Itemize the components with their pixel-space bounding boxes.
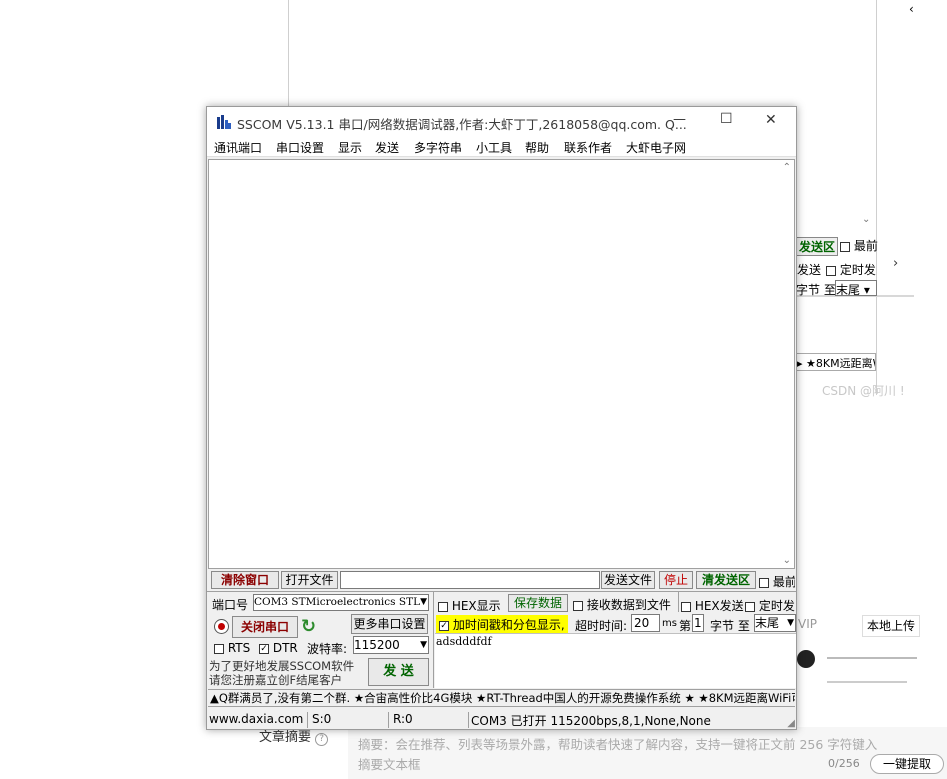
menu-help[interactable]: 帮助: [525, 139, 549, 156]
resize-grip-icon[interactable]: ◢: [787, 718, 795, 729]
minimize-button[interactable]: —: [673, 112, 686, 127]
menu-display[interactable]: 显示: [338, 139, 362, 156]
hex-display-checkbox[interactable]: HEX显示: [438, 597, 501, 614]
local-upload-button[interactable]: 本地上传: [862, 615, 920, 637]
port-status-icon: [214, 619, 229, 634]
timed-send-checkbox[interactable]: 定时发: [745, 597, 796, 614]
clear-window-button[interactable]: 清除窗口: [211, 571, 279, 589]
bg-scroll-down-icon: ⌄: [862, 214, 871, 225]
menu-serial-settings[interactable]: 串口设置: [276, 139, 324, 156]
vip-label: VIP: [798, 617, 817, 631]
status-bar: www.daxia.com S:0 R:0 COM3 已打开 115200bps…: [207, 710, 796, 729]
send-textarea[interactable]: adsdddfdf: [435, 633, 796, 688]
app-logo-icon: [216, 114, 232, 130]
bg-expand-icon[interactable]: ›: [893, 256, 898, 271]
timeout-label: 超时时间:: [575, 619, 628, 633]
status-sent: S:0: [310, 712, 389, 728]
scroll-down-icon[interactable]: ⌄: [783, 555, 791, 566]
maximize-button[interactable]: ☐: [720, 111, 733, 127]
bg-editor-left-border: [288, 0, 289, 110]
stop-button[interactable]: 停止: [659, 571, 693, 589]
title-bar[interactable]: SSCOM V5.13.1 串口/网络数据调试器,作者:大虾丁丁,2618058…: [207, 107, 796, 135]
chevron-down-icon: ▼: [420, 640, 427, 650]
ms-label: ms: [662, 618, 677, 629]
hex-send-checkbox[interactable]: HEX发送: [681, 597, 744, 614]
news-ticker[interactable]: ▲Q群满员了,没有第二个群. ★合宙高性价比4G模块 ★RT-Thread中国人…: [208, 689, 795, 707]
open-file-button[interactable]: 打开文件: [281, 571, 338, 589]
bg-editor-right-border: [876, 0, 877, 395]
send-text: adsdddfdf: [436, 635, 492, 648]
close-port-button[interactable]: 关闭串口: [232, 616, 298, 638]
scroll-up-icon[interactable]: ⌃: [783, 162, 791, 173]
rts-checkbox[interactable]: RTS: [214, 641, 250, 655]
bg-ghost-end-select: 末尾 ▾: [835, 280, 877, 296]
send-file-button[interactable]: 发送文件: [601, 571, 655, 589]
save-data-button[interactable]: 保存数据: [508, 594, 568, 612]
receive-area[interactable]: ⌃ ⌄: [208, 159, 795, 569]
baud-label: 波特率:: [307, 642, 348, 656]
menu-comm-port[interactable]: 通讯端口: [214, 139, 262, 156]
menu-tools[interactable]: 小工具: [476, 139, 512, 156]
most-front-checkbox[interactable]: 最前: [759, 573, 795, 590]
bg-ghost-timed: 定时发: [826, 261, 876, 278]
chevron-down-icon: ▼: [787, 618, 794, 628]
menu-contact-author[interactable]: 联系作者: [564, 139, 612, 156]
byte-to-label: 字节 至: [710, 619, 750, 633]
port-select[interactable]: COM3 STMicroelectronics STL ▼: [253, 594, 429, 611]
extract-button[interactable]: 一键提取: [870, 754, 944, 774]
port-label: 端口号: [212, 598, 249, 612]
help-icon: ?: [315, 733, 329, 746]
status-received: R:0: [391, 712, 469, 728]
abstract-counter: 0/256: [828, 757, 860, 770]
bg-ghost-bytes: 字节 至: [796, 283, 836, 297]
qr-thumbnail: [797, 650, 815, 668]
window-title: SSCOM V5.13.1 串口/网络数据调试器,作者:大虾丁丁,2618058…: [237, 117, 687, 132]
timeout-input[interactable]: 20: [631, 614, 660, 632]
bg-ghost-most: 最前: [840, 237, 878, 254]
menu-daxia-site[interactable]: 大虾电子网: [626, 139, 686, 156]
nth-input[interactable]: 1: [692, 614, 704, 632]
menu-send[interactable]: 发送: [375, 139, 399, 156]
dtr-checkbox[interactable]: DTR: [259, 641, 298, 655]
bg-ghost-ticker: ▸ ★8KM远距离W: [796, 353, 876, 371]
panel-divider: [433, 592, 434, 688]
thumbnail-lines: [827, 657, 917, 659]
recv-to-file-checkbox[interactable]: 接收数据到文件: [573, 596, 671, 613]
nth-label: 第: [679, 619, 692, 633]
baud-select[interactable]: 115200 ▼: [353, 636, 429, 654]
menu-bar: 通讯端口 串口设置 显示 发送 多字符串 小工具 帮助 联系作者 大虾电子网: [207, 135, 796, 157]
status-site[interactable]: www.daxia.com: [207, 712, 308, 728]
abstract-placeholder-2: 摘要文本框: [358, 757, 421, 772]
chevron-down-icon: ▼: [420, 597, 427, 607]
status-port-state: COM3 已打开 115200bps,8,1,None,None: [471, 714, 711, 728]
send-button[interactable]: 发 送: [368, 658, 429, 686]
promo-line-2: 请您注册嘉立创F结尾客户: [209, 673, 343, 687]
abstract-placeholder: 摘要：会在推荐、列表等场景外露，帮助读者快速了解内容，支持一键将正文前 256 …: [358, 737, 878, 752]
close-button[interactable]: ✕: [765, 112, 777, 128]
menu-multi-string[interactable]: 多字符串: [414, 139, 462, 156]
bg-collapse-icon[interactable]: ‹: [909, 2, 914, 16]
clear-send-button[interactable]: 清发送区: [696, 571, 756, 589]
file-path-input[interactable]: [340, 571, 600, 589]
end-select[interactable]: 末尾 ▼: [754, 614, 796, 632]
more-settings-button[interactable]: 更多串口设置: [351, 614, 428, 634]
refresh-icon[interactable]: ↻: [301, 616, 316, 637]
thumbnail-lines-2: [827, 681, 907, 683]
toolbar-divider: [207, 591, 796, 592]
timestamp-checkbox[interactable]: 加时间戳和分包显示,: [436, 615, 568, 634]
options-divider: [678, 592, 679, 612]
sscom-window: SSCOM V5.13.1 串口/网络数据调试器,作者:大虾丁丁,2618058…: [206, 106, 797, 730]
watermark: CSDN @阿川 !: [822, 384, 905, 398]
bg-ghost-send: 发送: [797, 263, 822, 277]
bg-ghost-clear-send: 发送区: [796, 237, 839, 256]
